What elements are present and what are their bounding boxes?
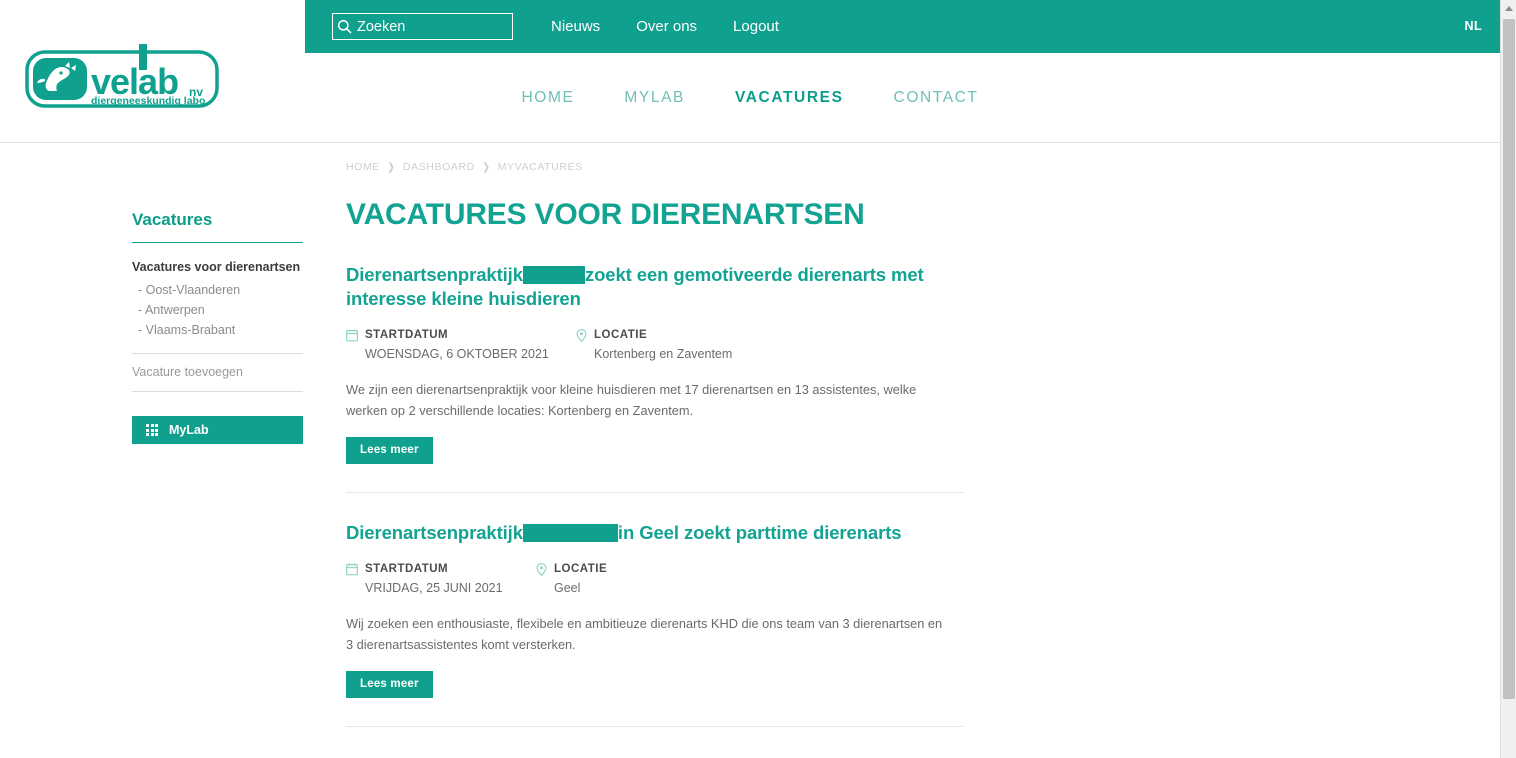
breadcrumb-item-home[interactable]: HOME — [346, 161, 380, 173]
map-pin-icon — [536, 563, 547, 581]
header-divider — [0, 142, 1500, 143]
location-value: Kortenberg en Zaventem — [594, 346, 733, 361]
vacancy-location: LOCATIE Geel — [536, 562, 607, 597]
vacancy-item: Vervanging gezocht wegens zwangerschapsv… — [346, 751, 964, 758]
nav-item-home[interactable]: HOME — [497, 89, 600, 107]
vacancy-title-before: Dierenartsenpraktijk — [346, 522, 523, 544]
breadcrumb-item-myvacatures[interactable]: MYVACATURES — [498, 161, 583, 173]
vacancy-description: Wij zoeken een enthousiaste, flexibele e… — [346, 615, 943, 652]
location-label: LOCATIE — [594, 329, 648, 342]
redaction-block — [522, 524, 618, 543]
search-icon — [333, 13, 355, 40]
location-label: LOCATIE — [554, 563, 608, 576]
language-switcher[interactable]: NL — [1465, 0, 1482, 53]
vacancy-title[interactable]: Dierenartsenpraktijk zoekt een gemotiveer… — [346, 263, 964, 313]
mylab-button-label: MyLab — [169, 423, 209, 437]
vacancy-location: LOCATIE Kortenberg en Zaventem — [576, 328, 732, 363]
mylab-button[interactable]: MyLab — [132, 416, 303, 444]
sidebar-title: Vacatures — [132, 210, 303, 243]
startdate-label: STARTDATUM — [365, 563, 449, 576]
vacancy-title[interactable]: Dierenartsenpraktijk in Geel zoekt partti… — [346, 521, 964, 546]
breadcrumb-item-dashboard[interactable]: DASHBOARD — [403, 161, 475, 173]
sidebar-item-vacature-toevoegen[interactable]: Vacature toevoegen — [132, 354, 303, 392]
calendar-icon — [346, 563, 359, 581]
page-root: Nieuws Over ons Logout NL velab nv dierg… — [0, 0, 1516, 758]
read-more-button[interactable]: Lees meer — [346, 437, 433, 465]
top-utility-bar: Nieuws Over ons Logout NL — [305, 0, 1500, 53]
breadcrumb-separator-icon: ❯ — [387, 161, 395, 173]
calendar-icon — [346, 329, 359, 347]
sidebar-item-vlaams-brabant[interactable]: - Vlaams-Brabant — [132, 320, 303, 340]
top-link-logout[interactable]: Logout — [715, 0, 797, 53]
main-navigation: HOME MYLAB VACATURES CONTACT — [0, 53, 1500, 142]
sidebar-item-antwerpen[interactable]: - Antwerpen — [132, 300, 303, 320]
vacancy-startdate: STARTDATUM VRIJDAG, 25 JUNI 2021 — [346, 562, 536, 597]
vacancy-title-before: Dierenartsenpraktijk — [346, 263, 523, 285]
top-link-over-ons[interactable]: Over ons — [618, 0, 715, 53]
sidebar-group-title: Vacatures voor dierenartsen — [132, 260, 301, 274]
sidebar-subitem-list: - Oost-Vlaanderen - Antwerpen - Vlaams-B… — [132, 280, 303, 340]
vacancy-meta: STARTDATUM WOENSDAG, 6 OKTOBER 2021 LOCA… — [346, 328, 964, 363]
search-input[interactable] — [355, 14, 548, 39]
page-title: VACATURES VOOR DIERENARTSEN — [346, 198, 865, 231]
sidebar-item-oost-vlaanderen[interactable]: - Oost-Vlaanderen — [132, 280, 303, 300]
nav-item-mylab[interactable]: MYLAB — [599, 89, 710, 107]
vacancy-item: Dierenartsenpraktijk in Geel zoekt partti… — [346, 515, 964, 727]
vacancy-item: Dierenartsenpraktijk zoekt een gemotiveer… — [346, 257, 964, 494]
startdate-value: VRIJDAG, 25 JUNI 2021 — [365, 580, 503, 595]
vertical-scrollbar[interactable] — [1500, 0, 1516, 758]
vacancy-meta: STARTDATUM VRIJDAG, 25 JUNI 2021 LOCATIE… — [346, 562, 964, 597]
vacancy-startdate: STARTDATUM WOENSDAG, 6 OKTOBER 2021 — [346, 328, 576, 363]
vacancy-divider — [346, 725, 964, 727]
vacancy-title-after: in Geel zoekt parttime dierenarts — [617, 522, 902, 544]
grid-icon — [146, 424, 158, 436]
vacancy-divider — [346, 492, 964, 494]
main-content: VACATURES VOOR DIERENARTSEN Dierenartsen… — [346, 198, 964, 758]
nav-item-vacatures[interactable]: VACATURES — [710, 89, 869, 107]
scrollbar-thumb[interactable] — [1503, 19, 1515, 699]
nav-item-contact[interactable]: CONTACT — [869, 89, 1004, 107]
breadcrumb-separator-icon: ❯ — [482, 161, 490, 173]
scroll-up-button[interactable] — [1501, 0, 1516, 17]
read-more-button[interactable]: Lees meer — [346, 670, 433, 698]
redaction-block — [522, 265, 585, 284]
vacancy-description: We zijn een dierenartsenpraktijk voor kl… — [346, 381, 917, 419]
chevron-up-icon — [1505, 6, 1513, 11]
breadcrumb: HOME ❯ DASHBOARD ❯ MYVACATURES — [346, 161, 583, 173]
location-value: Geel — [554, 580, 581, 595]
map-pin-icon — [576, 329, 587, 347]
top-links: Nieuws Over ons Logout — [533, 0, 797, 53]
startdate-value: WOENSDAG, 6 OKTOBER 2021 — [365, 346, 549, 361]
startdate-label: STARTDATUM — [365, 329, 449, 342]
search-box[interactable] — [332, 13, 548, 40]
sidebar: Vacatures Vacatures voor dierenartsen - … — [132, 210, 303, 444]
top-link-nieuws[interactable]: Nieuws — [533, 0, 618, 53]
